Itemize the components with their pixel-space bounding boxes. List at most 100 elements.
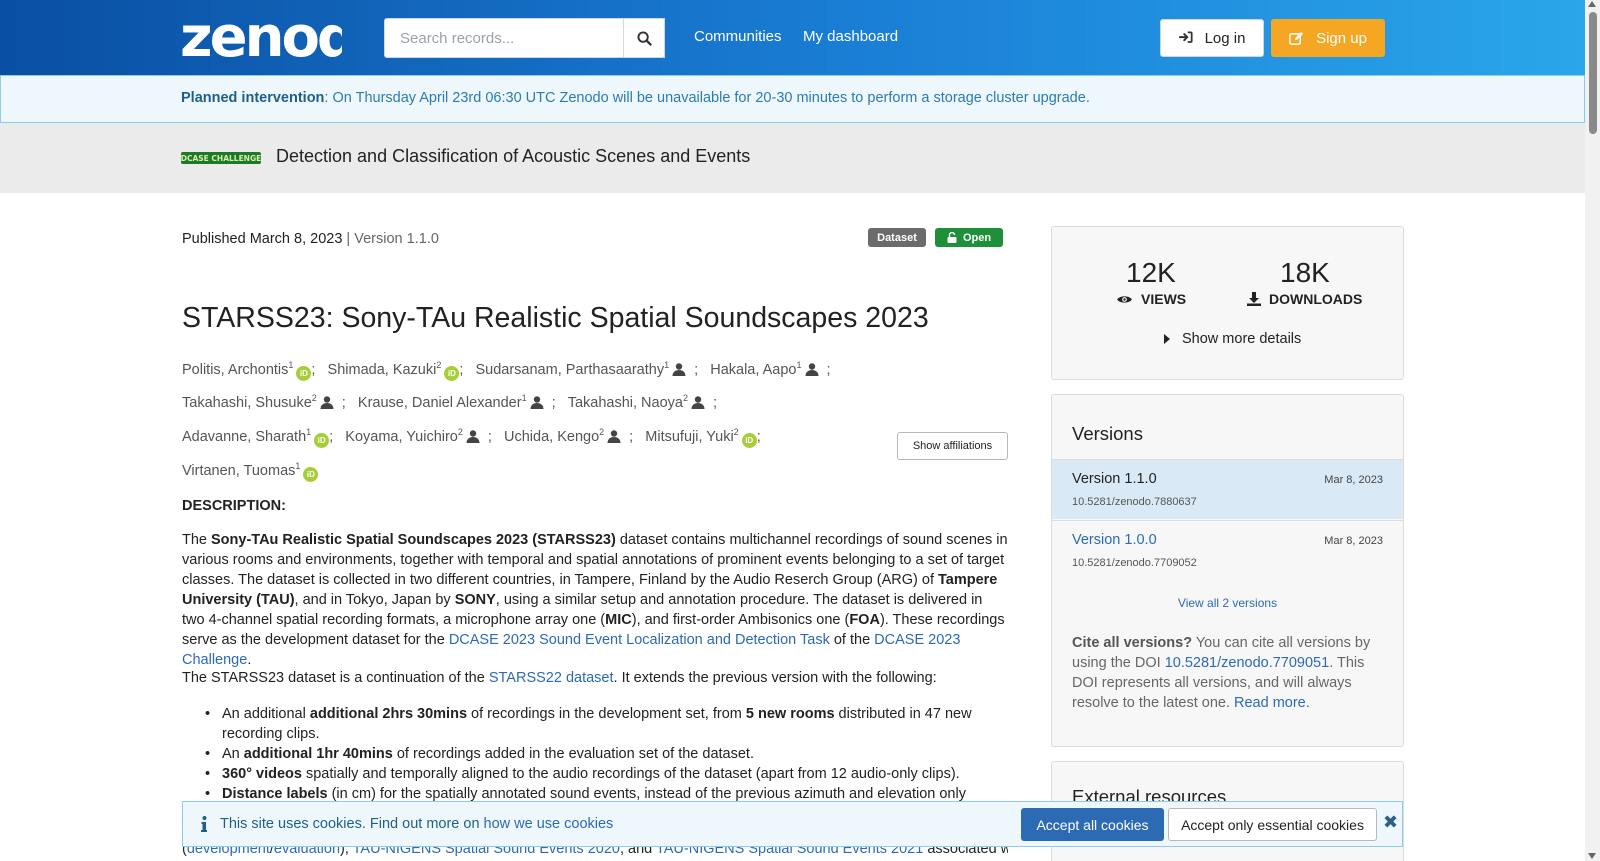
affiliation-number: 2 [599,427,605,438]
read-more-link[interactable]: Read more. [1234,695,1310,711]
author: Koyama, Yuichiro2; [345,427,492,445]
version-label: Version 1.1.0 [1072,471,1157,487]
page-scrollbar[interactable] [1585,0,1600,861]
author-name[interactable]: Politis, Archontis [182,362,288,378]
description-paragraph-1: The Sony-TAu Realistic Spatial Soundscap… [182,530,1008,670]
author-name[interactable]: Shimada, Kazuki [328,362,437,378]
separator: | [342,231,355,247]
version-row[interactable]: Version 1.0.0 Mar 8, 2023 10.5281/zenodo… [1052,520,1403,580]
author-name[interactable]: Takahashi, Naoya [568,395,683,411]
version-row-active[interactable]: Version 1.1.0 Mar 8, 2023 10.5281/zenodo… [1052,459,1403,519]
author-name[interactable]: Mitsufuji, Yuki [645,429,733,445]
orcid-icon[interactable]: iD [741,433,757,449]
accept-all-cookies-button[interactable]: Accept all cookies [1021,808,1164,841]
author: Mitsufuji, Yuki2iD; [645,427,761,449]
description-heading: DESCRIPTION: [182,498,286,514]
affiliation-number: 1 [664,360,670,370]
info-icon [201,816,207,832]
community-title[interactable]: Detection and Classification of Acoustic… [276,146,750,167]
scroll-down-icon[interactable] [1588,853,1596,859]
author-separator: ; [756,429,761,446]
cookie-policy-link[interactable]: how we use cookies [484,816,614,832]
banner-strong: Planned intervention [181,90,325,106]
login-button[interactable]: Log in [1160,19,1264,57]
orcid-icon[interactable]: iD [296,365,312,381]
bold-text: FOA [849,612,880,628]
cite-all-versions: Cite all versions? You can cite all vers… [1072,633,1387,713]
signup-button[interactable]: Sign up [1271,19,1385,57]
close-cookie-banner-icon[interactable]: ✖ [1383,812,1398,833]
person-icon [805,359,819,386]
text-run: The [182,532,212,548]
accept-essential-cookies-button[interactable]: Accept only essential cookies [1168,808,1377,841]
nav-my-dashboard[interactable]: My dashboard [803,28,898,45]
bold-text: Distance labels [222,786,328,802]
author-name[interactable]: Koyama, Yuichiro [345,429,458,445]
inline-link[interactable]: STARSS22 dataset [489,670,614,686]
affiliation-number: 2 [457,427,463,438]
views-label: VIEWS [1116,291,1186,307]
list-item: An additional additional 2hrs 30mins of … [200,704,1010,744]
author: Sudarsanam, Parthasaarathy1; [475,360,698,378]
bold-text: MIC [605,612,632,628]
affiliation-number: 1 [288,360,294,370]
bold-text: 5 new rooms [745,706,835,722]
view-all-versions-link[interactable]: View all 2 versions [1052,596,1403,610]
bold-text: additional 1hr 40mins [243,746,393,762]
person-icon [530,392,544,419]
scrollbar-thumb[interactable] [1589,12,1597,134]
show-more-details[interactable]: Show more details [1164,331,1301,347]
login-label: Log in [1204,29,1246,47]
concept-doi-link[interactable]: 10.5281/zenodo.7709051 [1165,655,1330,671]
show-affiliations-button[interactable]: Show affiliations [897,432,1008,460]
author-name[interactable]: Uchida, Kengo [504,429,599,445]
maintenance-banner: Planned intervention: On Thursday April … [0,75,1585,123]
text-run: The STARSS23 dataset is a continuation o… [182,670,489,686]
community-header: DCASE CHALLENGE Detection and Classifica… [0,123,1585,193]
stats-card: 12K VIEWS 18K DOWNLOADS Show more detail… [1051,226,1404,380]
affiliation-number: 1 [521,393,527,404]
text-run: of the [829,632,875,648]
text-run: , and in Tokyo, Japan by [294,592,455,608]
edit-icon [1289,31,1304,45]
version-date: Mar 8, 2023 [1324,535,1383,547]
text-run: ), and first-order Ambisonics one ( [631,612,850,628]
banner-text: : On Thursday April 23rd 06:30 UTC Zenod… [324,90,1090,106]
author-name[interactable]: Hakala, Aapo [710,362,796,378]
eye-icon [1117,295,1132,303]
zenodo-logo[interactable]: zenodo [180,6,342,64]
search-button[interactable] [623,18,665,58]
orcid-icon[interactable]: iD [303,466,319,482]
author-name[interactable]: Krause, Daniel Alexander [358,395,522,411]
person-icon [320,392,334,419]
record-title: STARSS23: Sony-TAu Realistic Spatial Sou… [182,302,929,334]
nav-communities[interactable]: Communities [694,28,782,45]
affiliation-number: 1 [306,427,312,438]
orcid-icon[interactable]: iD [314,433,330,449]
author: Virtanen, Tuomas1iD [182,460,319,482]
cite-strong: Cite all versions? [1072,635,1193,651]
version-doi: 10.5281/zenodo.7709052 [1072,557,1197,569]
text-run: . It extends the previous version with t… [613,670,937,686]
version-date: Mar 8, 2023 [1324,474,1383,486]
published-date: Published March 8, 2023 [182,231,343,247]
version-link[interactable]: Version 1.0.0 [1072,532,1157,548]
author: Politis, Archontis1iD; [182,360,315,381]
scroll-up-icon[interactable] [1588,1,1596,7]
description-paragraph-2: The STARSS23 dataset is a continuation o… [182,668,1008,688]
author-name[interactable]: Adavanne, Sharath [182,429,306,445]
views-label-text: VIEWS [1141,291,1187,307]
author-name[interactable]: Sudarsanam, Parthasaarathy [475,362,664,378]
inline-link[interactable]: DCASE 2023 Sound Event Localization and … [449,632,830,648]
text-run: An additional [222,706,310,722]
list-item: 360° videos spatially and temporally ali… [200,764,1010,784]
dcase-logo[interactable]: DCASE CHALLENGE [181,152,261,164]
author-name[interactable]: Takahashi, Shusuke [182,395,312,411]
person-icon [607,426,621,453]
author-name[interactable]: Virtanen, Tuomas [182,463,295,479]
orcid-icon[interactable]: iD [444,365,460,381]
list-item: An additional 1hr 40mins of recordings a… [200,744,1010,764]
affiliation-number: 1 [295,460,301,471]
author: Adavanne, Sharath1iD; [182,427,333,449]
downloads-label-text: DOWNLOADS [1269,291,1363,307]
